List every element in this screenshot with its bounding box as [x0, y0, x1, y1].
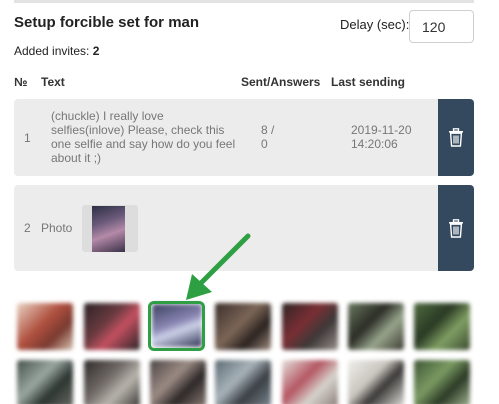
row-time: 14:20:06 — [351, 137, 398, 151]
row-text: (chuckle) I really love selfies(inlove) … — [51, 109, 236, 165]
delay-label: Delay (sec): — [340, 17, 410, 32]
added-invites-label: Added invites: — [14, 44, 90, 58]
delete-button[interactable] — [438, 185, 474, 271]
top-divider — [14, 0, 474, 3]
column-sent-answers: Sent/Answers — [241, 75, 321, 89]
column-number: № — [14, 75, 28, 89]
row-sent: 8 / — [261, 123, 275, 137]
row-answers: 0 — [261, 137, 268, 151]
gallery-photo[interactable] — [414, 360, 470, 404]
row-date: 2019-11-20 — [351, 123, 412, 137]
delay-input[interactable] — [409, 10, 474, 43]
arrow-icon — [186, 233, 251, 300]
column-text: Text — [41, 75, 65, 89]
gallery-photo[interactable] — [282, 303, 338, 350]
gallery-photo[interactable] — [414, 303, 470, 350]
trash-icon — [449, 218, 463, 238]
added-invites: Added invites: 2 — [14, 44, 99, 58]
gallery-photo[interactable] — [17, 303, 73, 350]
row-number: 2 — [24, 221, 31, 235]
gallery-photo[interactable] — [150, 360, 206, 404]
gallery-photo[interactable] — [17, 360, 73, 404]
selected-photo-frame — [148, 301, 205, 351]
row-text: Photo — [41, 221, 73, 235]
row-number: 1 — [24, 131, 31, 145]
gallery-photo[interactable] — [84, 360, 140, 404]
gallery-photo[interactable] — [348, 360, 404, 404]
gallery-photo[interactable] — [282, 360, 338, 404]
trash-icon — [449, 128, 463, 147]
gallery-photo[interactable] — [215, 303, 271, 350]
delete-button[interactable] — [438, 99, 474, 176]
gallery-photo[interactable] — [84, 303, 140, 350]
gallery-photo[interactable] — [215, 360, 271, 404]
page-title: Setup forcible set for man — [14, 14, 200, 31]
photo-thumbnail[interactable] — [82, 205, 138, 252]
gallery-photo[interactable] — [348, 303, 404, 350]
added-invites-count: 2 — [92, 44, 100, 58]
column-last-sending: Last sending — [331, 75, 406, 89]
